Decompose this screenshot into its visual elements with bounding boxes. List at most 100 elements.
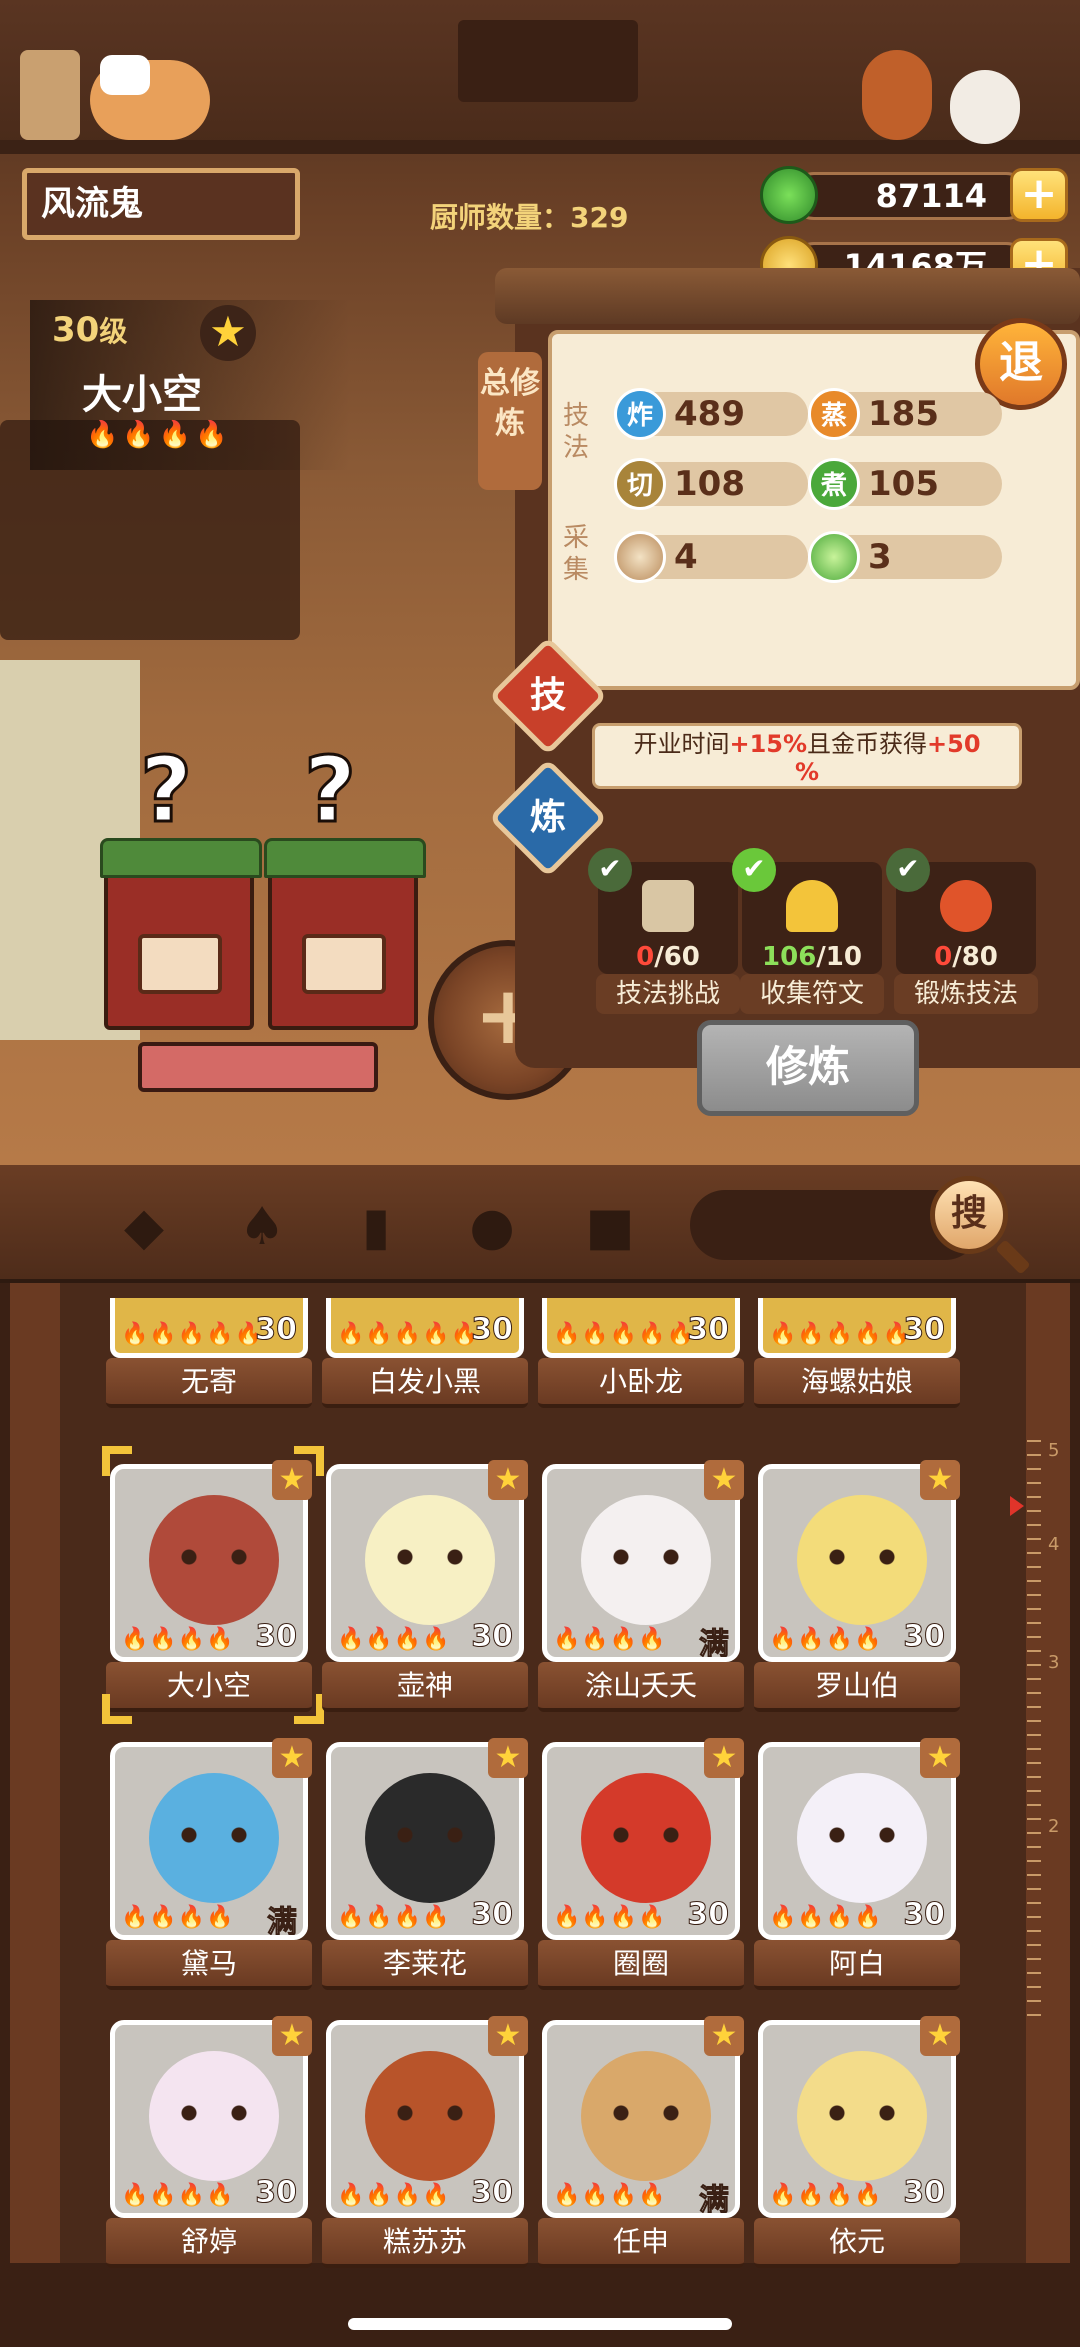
chef-card[interactable]: 🔥🔥🔥🔥 30 ★ 糕苏苏 [322,2016,528,2278]
scroll-rod [495,268,1080,324]
task-label: 技法挑战 [596,974,740,1014]
selection-corner [294,1694,324,1724]
chef-name: 壶神 [322,1662,528,1712]
spatula-icon[interactable]: ◆ [112,1195,176,1259]
stat-cabbage: 3 [808,531,1002,583]
chef-flames: 🔥🔥🔥🔥 [553,1627,667,1652]
chef-card[interactable]: 🔥🔥🔥🔥 满 ★ 涂山夭夭 [538,1460,744,1722]
task-collect-runes[interactable]: 106/10 收集符文 ✔ [732,848,884,1014]
task-progress: 0/80 [896,942,1036,972]
search-button[interactable]: 搜 [930,1176,1008,1254]
chef-card[interactable]: 🔥🔥🔥🔥 30 ★ 大小空 [106,1460,312,1722]
chef-level: 30 [255,1619,298,1655]
chef-name: 罗山伯 [754,1662,960,1712]
shrine-window [302,934,386,994]
chef-card[interactable]: 🔥🔥🔥🔥 30 ★ 李莱花 [322,1738,528,2000]
star-icon: ★ [488,1738,528,1778]
chef-level: 30 [471,1312,514,1348]
skill-section-label: 技法 [562,401,589,463]
selection-corner [102,1694,132,1724]
chef-flames: 🔥🔥🔥🔥 [337,1905,451,1930]
chef-flames: 🔥🔥🔥🔥 [553,2183,667,2208]
task-current: 0 [636,942,655,972]
task-skill-challenge[interactable]: 0/60 技法挑战 ✔ [588,848,740,1014]
chef-name: 涂山夭夭 [538,1662,744,1712]
chef-flames: 🔥🔥🔥🔥 [769,2183,883,2208]
scroll-position-marker [1010,1496,1024,1516]
map-icon[interactable]: ■ [578,1195,642,1259]
bonus-description: 开业时间+15%且金币获得+50% [592,723,1022,789]
chef-flames: 🔥🔥🔥🔥 [337,2183,451,2208]
chef-name: 依元 [754,2218,960,2268]
tab-skill-label: 技 [529,675,566,716]
chef-card[interactable]: 🔥🔥🔥🔥 30 ★ 阿白 [754,1738,960,2000]
chef-eyes [613,1827,679,1843]
jar-decoration-icon [20,50,80,140]
chef-flames: 🔥🔥🔥🔥 [337,1627,451,1652]
chef-level: 30 [471,2175,514,2211]
star-icon: ★ [704,2016,744,2056]
chef-flames: 🔥🔥🔥🔥🔥 [553,1322,695,1347]
chef-eyes [829,2105,895,2121]
chef-card[interactable]: 🔥🔥🔥🔥 30 ★ 舒婷 [106,2016,312,2278]
star-icon: ★ [920,2016,960,2056]
stat-value: 4 [674,537,698,577]
task-label: 收集符文 [740,974,884,1014]
chef-name: 阿白 [754,1940,960,1990]
chef-name: 李莱花 [322,1940,528,1990]
shrine-roof [264,838,426,878]
stat-value: 105 [868,464,939,504]
star-icon: ★ [920,1738,960,1778]
stat-value: 489 [674,394,745,434]
shovel-icon[interactable]: ♠ [230,1195,294,1259]
chef-level: 满 [699,2183,730,2218]
chef-portrait: 🔥🔥🔥🔥🔥 30 [110,1298,308,1358]
chef-card[interactable]: 🔥🔥🔥🔥 满 ★ 任申 [538,2016,744,2278]
chef-level: 满 [267,1905,298,1940]
jar-icon[interactable]: ▮ [344,1195,408,1259]
stat-fry: 炸 489 [614,388,808,440]
chef-card[interactable]: 🔥🔥🔥🔥 30 ★ 圈圈 [538,1738,744,2000]
chef-level: 30 [471,1619,514,1655]
star-icon: ★ [272,2016,312,2056]
chef-card[interactable]: 🔥🔥🔥🔥 30 ★ 罗山伯 [754,1460,960,1722]
selection-corner [102,1446,132,1476]
chef-name: 黛马 [106,1940,312,1990]
chef-portrait: 🔥🔥🔥🔥🔥 30 [758,1298,956,1358]
chef-level: 30 [255,1312,298,1348]
train-button[interactable]: 修炼 [697,1020,919,1116]
home-indicator[interactable] [348,2318,732,2330]
chef-card[interactable]: 🔥🔥🔥🔥 满 ★ 黛马 [106,1738,312,2000]
chef-card[interactable]: 🔥🔥🔥🔥 30 ★ 依元 [754,2016,960,2278]
chef-level: 30 [903,1312,946,1348]
chef-level: 30 [471,1897,514,1933]
chef-eyes [181,1827,247,1843]
check-icon: ✔ [886,848,930,892]
task-train-skill[interactable]: 0/80 锻炼技法 ✔ [886,848,1038,1014]
add-jade-button[interactable]: + [1010,168,1068,222]
shrine-left-icon[interactable] [100,838,262,1030]
player-name[interactable]: 风流鬼 [22,168,300,240]
boil-icon: 煮 [808,458,860,510]
shrine-right-icon[interactable] [264,838,426,1030]
scroll-ruler[interactable] [1027,1440,1041,2020]
task-current: 0 [934,942,953,972]
chef-name: 白发小黑 [322,1358,528,1408]
chef-flames: 🔥🔥🔥🔥 [121,1905,235,1930]
star-icon: ★ [704,1460,744,1500]
hanging-portrait-icon [458,20,638,102]
ruler-tick-label: 4 [1048,1534,1060,1555]
speech-bubble-icon [100,55,150,95]
check-icon: ✔ [588,848,632,892]
location-icon[interactable]: ● [460,1195,524,1259]
chef-name: 圈圈 [538,1940,744,1990]
chef-card[interactable]: 🔥🔥🔥🔥 30 ★ 壶神 [322,1460,528,1722]
gather-section-label: 采集 [562,523,589,585]
chef-eyes [397,1827,463,1843]
chef-eyes [829,1827,895,1843]
bun-icon [614,531,666,583]
star-icon: ★ [200,305,256,361]
rune-icon [786,880,838,932]
shelf-edge [0,140,1080,154]
chef-level: 30 [903,1619,946,1655]
